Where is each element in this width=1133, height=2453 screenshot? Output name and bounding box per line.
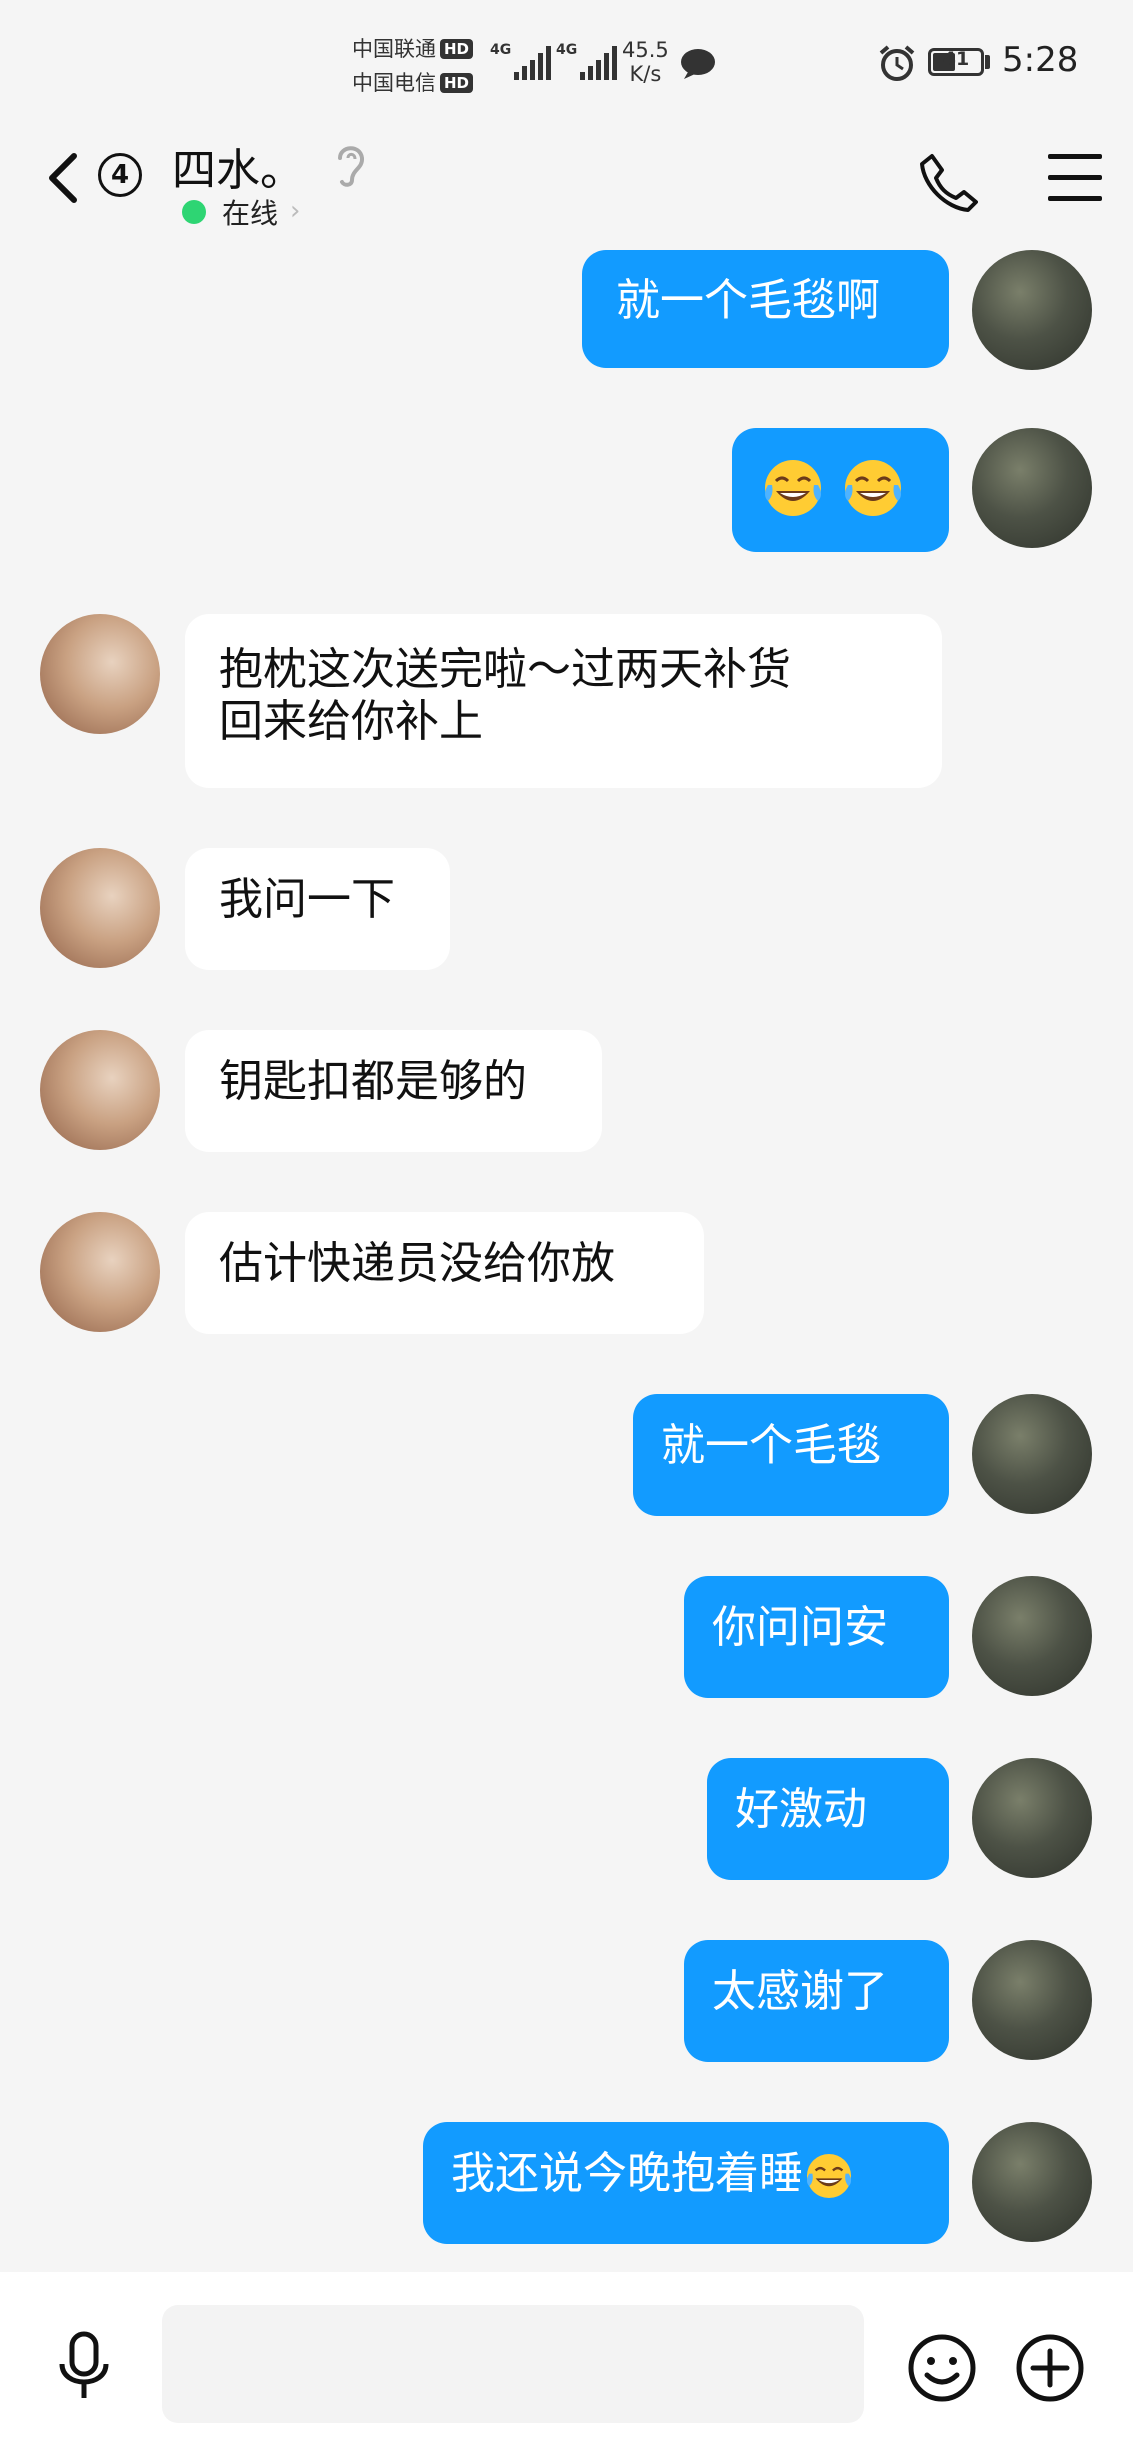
message-bubble-sent[interactable]: 你问问安 [684, 1576, 949, 1698]
my-avatar[interactable] [972, 2122, 1092, 2242]
message-notification-icon [681, 49, 715, 79]
face-with-tears-of-joy-icon [765, 460, 821, 516]
menu-icon[interactable] [1048, 154, 1102, 202]
message-bubble-received[interactable]: 我问一下 [185, 848, 450, 970]
contact-avatar[interactable] [40, 1030, 160, 1150]
message-bubble-received[interactable]: 估计快递员没给你放 [185, 1212, 704, 1334]
carrier-info: 中国联通 HD 中国电信 HD [352, 32, 474, 100]
online-status-dot [182, 200, 206, 224]
my-avatar[interactable] [972, 250, 1092, 370]
message-bubble-sent[interactable]: 就一个毛毯 [633, 1394, 949, 1516]
my-avatar[interactable] [972, 1576, 1092, 1696]
contact-avatar[interactable] [40, 1212, 160, 1332]
carrier-2: 中国电信 [352, 71, 436, 95]
my-avatar[interactable] [972, 428, 1092, 548]
emoji-icon[interactable] [907, 2333, 977, 2403]
chevron-right-icon: › [290, 196, 301, 226]
face-with-tears-of-joy-icon [806, 2153, 852, 2199]
battery-icon: 41 [928, 48, 984, 76]
contact-avatar[interactable] [40, 848, 160, 968]
unread-count-badge[interactable]: 4 [98, 153, 142, 197]
message-bubble-sent[interactable] [732, 428, 949, 552]
clock: 5:28 [1002, 40, 1079, 80]
my-avatar[interactable] [972, 1394, 1092, 1514]
message-bubble-received[interactable]: 钥匙扣都是够的 [185, 1030, 602, 1152]
earpiece-mode-icon[interactable] [330, 138, 370, 188]
my-avatar[interactable] [972, 1758, 1092, 1878]
phone-call-icon[interactable] [918, 150, 978, 212]
alarm-icon [879, 45, 915, 81]
online-status[interactable]: 在线 [222, 192, 278, 232]
message-input[interactable] [162, 2305, 864, 2423]
microphone-icon[interactable] [54, 2330, 114, 2404]
my-avatar[interactable] [972, 1940, 1092, 2060]
carrier-1: 中国联通 [352, 37, 436, 61]
face-with-tears-of-joy-icon [845, 460, 901, 516]
contact-name[interactable]: 四水。 [172, 134, 304, 198]
message-bubble-sent[interactable]: 就一个毛毯啊 [582, 250, 949, 368]
hd-badge: HD [440, 73, 474, 93]
back-arrow-icon[interactable] [44, 148, 84, 208]
plus-icon[interactable] [1015, 2333, 1085, 2403]
network-speed: 45.5 K/s [622, 38, 669, 86]
message-bubble-sent[interactable]: 好激动 [707, 1758, 949, 1880]
hd-badge: HD [440, 39, 474, 59]
contact-avatar[interactable] [40, 614, 160, 734]
message-bubble-sent[interactable]: 我还说今晚抱着睡 [423, 2122, 949, 2244]
message-bubble-received[interactable]: 抱枕这次送完啦～过两天补货 回来给你补上 [185, 614, 942, 788]
status-bar: 中国联通 HD 中国电信 HD 4G 4G 45.5 K/s 41 5:28 [0, 0, 1133, 130]
message-bubble-sent[interactable]: 太感谢了 [684, 1940, 949, 2062]
